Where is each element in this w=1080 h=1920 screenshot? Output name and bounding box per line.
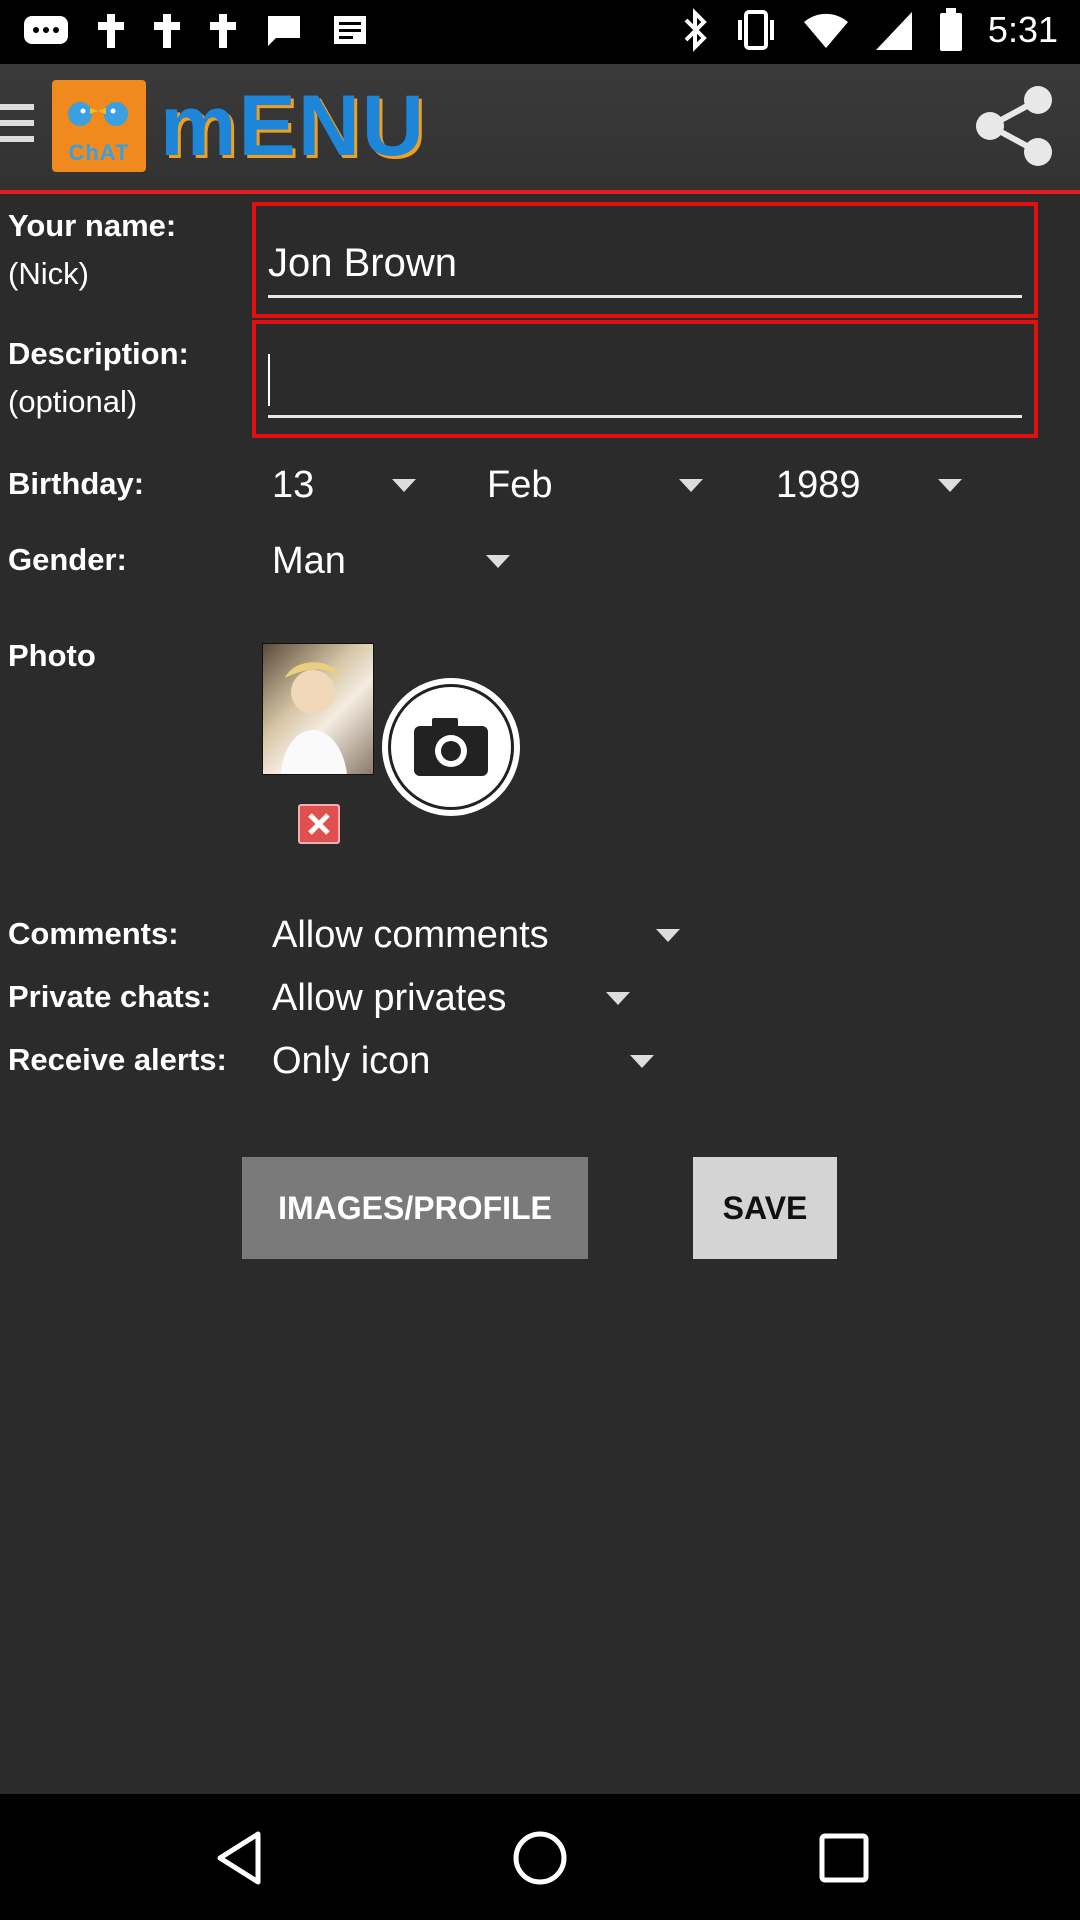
close-icon bbox=[308, 813, 330, 835]
name-sublabel: (Nick) bbox=[8, 256, 89, 291]
birthday-month-value: Feb bbox=[487, 463, 553, 506]
name-label: Your name: (Nick) bbox=[8, 202, 176, 298]
receive-alerts-select[interactable]: Only icon bbox=[272, 1031, 672, 1091]
app-bar-divider bbox=[0, 190, 1080, 194]
wifi-icon bbox=[803, 13, 848, 48]
gender-value: Man bbox=[272, 539, 346, 582]
chevron-down-icon bbox=[656, 928, 680, 942]
name-input[interactable]: Jon Brown bbox=[268, 235, 1022, 298]
logo-text: ChAT bbox=[68, 140, 130, 165]
comments-value: Allow comments bbox=[272, 913, 549, 956]
chevron-down-icon bbox=[486, 554, 510, 568]
chevron-down-icon bbox=[630, 1054, 654, 1068]
image-notification-icon bbox=[334, 16, 366, 44]
private-chats-label: Private chats: bbox=[8, 979, 212, 1014]
chevron-down-icon bbox=[679, 478, 703, 492]
description-input[interactable] bbox=[268, 355, 1022, 418]
receive-alerts-value: Only icon bbox=[272, 1039, 431, 1082]
description-field[interactable] bbox=[252, 320, 1038, 438]
save-button[interactable]: SAVE bbox=[693, 1157, 837, 1259]
description-label-text: Description: bbox=[8, 336, 189, 371]
signal-icon bbox=[875, 12, 912, 50]
birthday-day-select[interactable]: 13 bbox=[272, 455, 432, 515]
cross-notification-icon bbox=[210, 14, 236, 48]
profile-photo-thumbnail[interactable] bbox=[262, 643, 374, 775]
private-chats-select[interactable]: Allow privates bbox=[272, 968, 642, 1028]
recents-icon[interactable] bbox=[816, 1830, 872, 1886]
text-cursor bbox=[268, 354, 270, 406]
camera-icon bbox=[391, 687, 511, 807]
remove-photo-button[interactable] bbox=[298, 804, 340, 844]
description-label: Description: (optional) bbox=[8, 330, 189, 426]
chevron-down-icon bbox=[392, 478, 416, 492]
more-notifications-icon bbox=[24, 16, 68, 44]
bluetooth-icon bbox=[684, 8, 707, 52]
message-icon bbox=[268, 16, 300, 46]
system-icons: 5:31 bbox=[680, 6, 1058, 54]
birds-icon bbox=[68, 102, 128, 126]
birthday-month-select[interactable]: Feb bbox=[487, 455, 707, 515]
navigation-bar bbox=[0, 1794, 1080, 1920]
name-label-text: Your name: bbox=[8, 208, 177, 243]
images-profile-button[interactable]: IMAGES/PROFILE bbox=[242, 1157, 588, 1259]
back-icon[interactable] bbox=[212, 1828, 268, 1888]
battery-icon bbox=[939, 8, 962, 51]
clock: 5:31 bbox=[987, 9, 1058, 50]
person-photo-icon bbox=[281, 662, 347, 774]
cross-notification-icon bbox=[98, 14, 124, 48]
chevron-down-icon bbox=[606, 991, 630, 1005]
birthday-day-value: 13 bbox=[272, 463, 315, 506]
comments-label: Comments: bbox=[8, 916, 179, 951]
gender-select[interactable]: Man bbox=[272, 531, 532, 591]
cross-notification-icon bbox=[154, 14, 180, 48]
app-title: mENU bbox=[160, 78, 427, 174]
notification-icons bbox=[22, 10, 370, 50]
chevron-down-icon bbox=[938, 478, 962, 492]
home-icon[interactable] bbox=[510, 1828, 570, 1888]
birthday-year-value: 1989 bbox=[776, 463, 861, 506]
comments-select[interactable]: Allow comments bbox=[272, 905, 692, 965]
description-sublabel: (optional) bbox=[8, 384, 138, 419]
status-bar: 5:31 bbox=[0, 0, 1080, 64]
photo-label: Photo bbox=[8, 638, 96, 673]
gender-label: Gender: bbox=[8, 542, 127, 577]
vibrate-icon bbox=[737, 10, 774, 50]
private-chats-value: Allow privates bbox=[272, 976, 507, 1019]
birthday-label: Birthday: bbox=[8, 466, 145, 501]
camera-button[interactable] bbox=[382, 678, 520, 816]
menu-icon[interactable] bbox=[0, 104, 34, 152]
name-field[interactable]: Jon Brown bbox=[252, 202, 1038, 318]
birthday-year-select[interactable]: 1989 bbox=[776, 455, 976, 515]
share-icon[interactable] bbox=[968, 80, 1060, 172]
chat-logo[interactable]: ChAT bbox=[52, 80, 146, 172]
receive-alerts-label: Receive alerts: bbox=[8, 1042, 227, 1077]
